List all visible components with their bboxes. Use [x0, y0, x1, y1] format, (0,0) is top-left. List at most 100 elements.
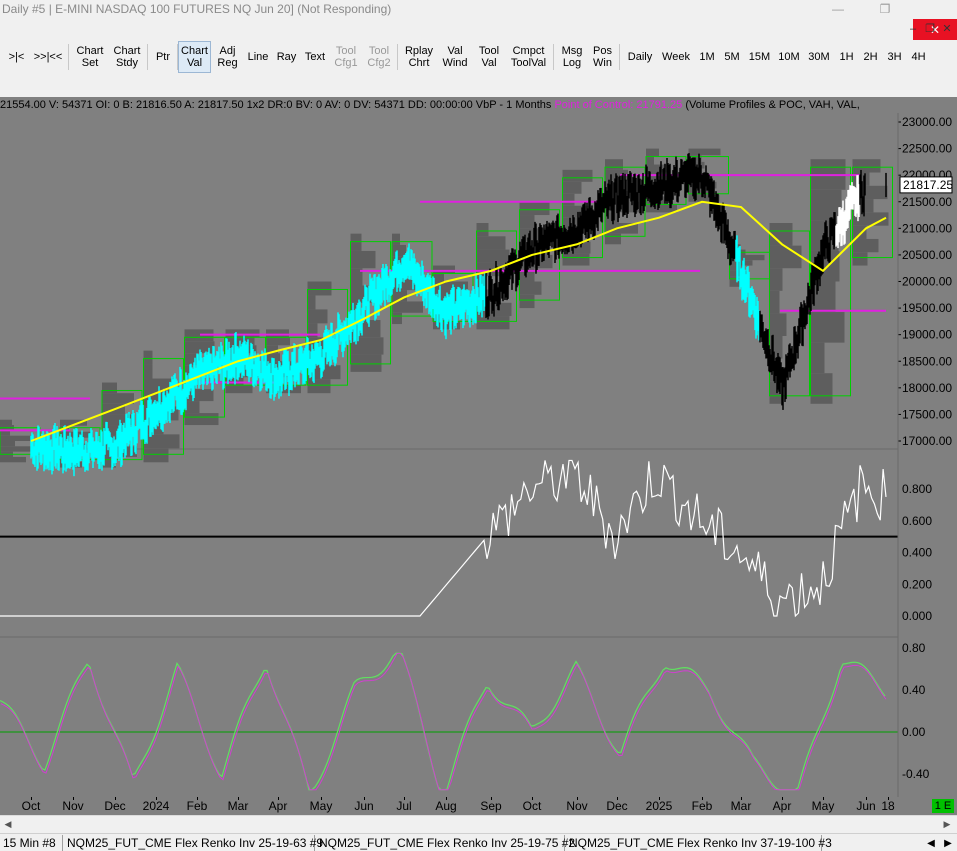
toolbar-button-9[interactable]: Text — [301, 41, 329, 73]
restore-icon[interactable]: ❐ — [870, 0, 900, 20]
date-axis-tick — [73, 797, 74, 800]
volume-profile-bar — [605, 233, 621, 245]
chart-area[interactable]: 23000.0022500.0022000.0021500.0021000.00… — [0, 97, 957, 797]
toolbar-separator — [619, 44, 620, 70]
date-axis-tick — [659, 797, 660, 800]
toolbar-button-10[interactable]: Tool Cfg1 — [330, 41, 362, 73]
toolbar-button-20[interactable]: 1M — [695, 41, 719, 73]
toolbar-button-2[interactable]: Chart Set — [72, 41, 108, 73]
price-axis-label: 21500.00 — [902, 195, 952, 209]
info-study-list: (Volume Profiles & POC, VAH, VAL, — [682, 99, 860, 111]
toolbar-button-14[interactable]: Tool Val — [473, 41, 505, 73]
toolbar-button-17[interactable]: Pos Win — [588, 41, 617, 73]
toolbar-button-22[interactable]: 15M — [745, 41, 774, 73]
date-axis-badge: 1 E — [932, 799, 954, 813]
volume-profile-bar — [102, 393, 134, 404]
volume-profile-bar — [688, 148, 721, 156]
volume-profile-bar — [307, 379, 331, 394]
toolbar-button-23[interactable]: 10M — [775, 41, 803, 73]
volume-profile-bar — [225, 329, 260, 338]
tab-scroll-right-icon[interactable]: ▶ — [940, 835, 956, 851]
toolbar-button-12[interactable]: Rplay Chrt — [401, 41, 437, 73]
date-axis-tick — [31, 797, 32, 800]
chart-tab[interactable]: NQM25_FUT_CME Flex Renko Inv 25-19-75 #2 — [316, 835, 575, 851]
window-titlebar: Daily #5 | E-MINI NASDAQ 100 FUTURES NQ … — [0, 0, 957, 41]
date-axis-label: Dec — [104, 799, 126, 813]
date-axis-tick — [238, 797, 239, 800]
toolbar-button-11[interactable]: Tool Cfg2 — [363, 41, 395, 73]
scroll-left-icon[interactable]: ◀ — [0, 816, 16, 832]
volume-profile-bar — [605, 159, 623, 170]
toolbar-separator — [68, 44, 69, 70]
date-axis-tick — [321, 797, 322, 800]
volume-profile-bar — [519, 215, 535, 229]
chart-tab[interactable]: NQM25_FUT_CME Flex Renko Inv 25-19-63 #9 — [64, 835, 323, 851]
date-axis-label: Apr — [772, 799, 792, 813]
toolbar-button-8[interactable]: Ray — [273, 41, 300, 73]
price-axis-label: 22500.00 — [902, 142, 952, 156]
toolbar-button-16[interactable]: Msg Log — [557, 41, 587, 73]
last-price-label: 21817.25 — [903, 178, 953, 192]
date-axis-label: 18 — [881, 799, 895, 813]
volume-profile-bar — [143, 434, 180, 449]
volume-profile-bar — [350, 233, 362, 251]
chart-tab[interactable]: NQM25_FUT_CME Flex Renko Inv 37-19-100 #… — [566, 835, 832, 851]
toolbar-button-7[interactable]: Line — [244, 41, 272, 73]
toolbar-button-3[interactable]: Chart Stdy — [109, 41, 145, 73]
date-axis-tick — [823, 797, 824, 800]
toolbar-button-4[interactable]: Ptr — [151, 41, 175, 73]
mdi-close-icon[interactable]: ✕ — [939, 20, 955, 38]
toolbar-button-18[interactable]: Daily — [623, 41, 657, 73]
toolbar-separator — [147, 44, 148, 70]
volume-profile-bar — [810, 189, 842, 221]
volume-profile-bar — [562, 169, 593, 182]
toolbar-button-1[interactable]: >>|<< — [30, 41, 66, 73]
date-axis-tick — [866, 797, 867, 800]
volume-profile-bar — [350, 250, 376, 269]
date-axis-tick — [278, 797, 279, 800]
volume-profile-bar — [852, 159, 881, 173]
volume-profile-bar — [852, 225, 867, 239]
toolbar-button-25[interactable]: 1H — [835, 41, 858, 73]
volume-profile-bar — [810, 312, 845, 343]
toolbar-button-27[interactable]: 3H — [883, 41, 906, 73]
price-axis-label: 18000.00 — [902, 381, 952, 395]
date-axis-label: 2025 — [645, 799, 673, 813]
price-axis-label: 20000.00 — [902, 275, 952, 289]
volume-profile-bar — [143, 364, 153, 379]
volume-profile-bar — [769, 290, 780, 314]
toolbar-button-21[interactable]: 5M — [720, 41, 744, 73]
scroll-right-icon[interactable]: ▶ — [939, 816, 955, 832]
date-axis-label: Aug — [435, 799, 457, 813]
volume-profile-bar — [769, 313, 787, 336]
volume-profile-bar — [266, 329, 289, 338]
date-axis-label: Mar — [730, 799, 752, 813]
toolbar-button-15[interactable]: Cmpct ToolVal — [506, 41, 551, 73]
date-axis-tick — [446, 797, 447, 800]
main-toolbar: >|< >>|<< Chart Set Chart Stdy Ptr Chart Val A… — [0, 40, 957, 74]
date-axis-tick — [491, 797, 492, 800]
toolbar-separator — [397, 44, 398, 70]
date-axis: Oct Nov Dec 2024 Feb Mar Apr May Jun Jul Aug Sep Oct… — [0, 797, 957, 815]
toolbar-button-5[interactable]: Chart Val — [178, 41, 211, 73]
price-axis-label: 19000.00 — [902, 328, 952, 342]
toolbar-button-6[interactable]: Adj Reg — [212, 41, 243, 73]
horizontal-scrollbar[interactable]: ◀ ▶ — [0, 815, 957, 831]
volume-profile-bar — [225, 385, 253, 394]
chart-tab[interactable]: 15 Min #8 — [0, 835, 63, 851]
volume-profile-bar — [810, 342, 825, 374]
volume-profile-bar — [476, 223, 489, 237]
toolbar-button-24[interactable]: 30M — [804, 41, 834, 73]
mdi-restore-icon[interactable]: ❐ — [922, 20, 938, 38]
tab-scroll-left-icon[interactable]: ◀ — [923, 835, 939, 851]
mdi-minimize-icon[interactable]: – — [905, 20, 921, 38]
toolbar-button-13[interactable]: Val Wind — [438, 41, 472, 73]
date-axis-label: Jul — [396, 799, 412, 813]
toolbar-button-28[interactable]: 4H — [907, 41, 930, 73]
volume-profile-bar — [519, 281, 542, 295]
price-axis-label: 17000.00 — [902, 434, 952, 448]
toolbar-button-0[interactable]: >|< — [4, 41, 29, 73]
toolbar-button-26[interactable]: 2H — [859, 41, 882, 73]
minimize-icon[interactable]: — — [823, 0, 853, 20]
toolbar-button-19[interactable]: Week — [658, 41, 694, 73]
